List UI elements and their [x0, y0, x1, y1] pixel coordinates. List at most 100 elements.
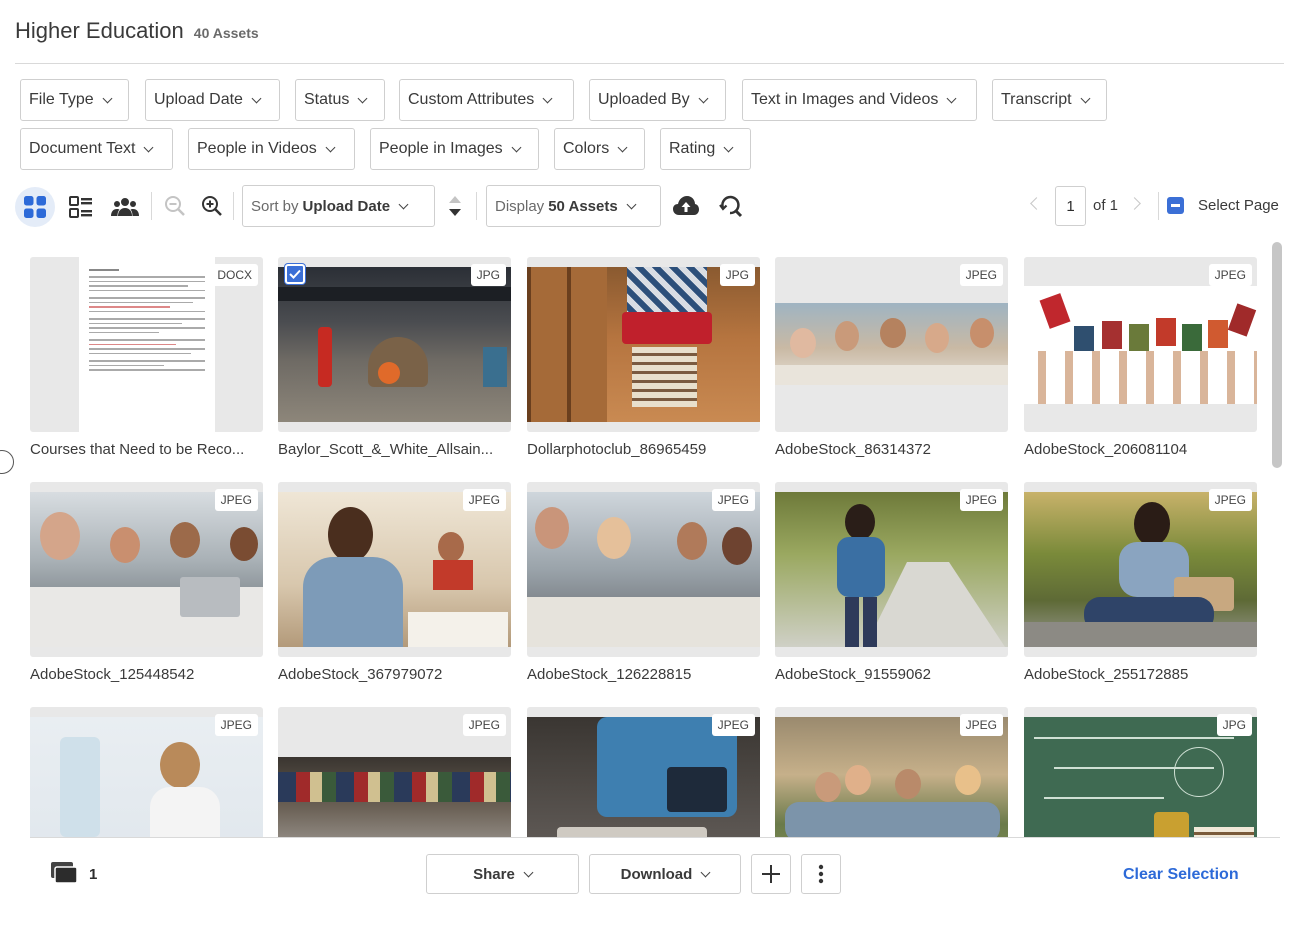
- asset-thumbnail[interactable]: JPEG: [775, 257, 1008, 432]
- photo: [775, 303, 1008, 385]
- asset-card[interactable]: DOCX Courses that Need to be Reco...: [30, 257, 263, 458]
- sort-direction-icon: [449, 196, 461, 216]
- document-preview: [79, 257, 215, 432]
- asset-card[interactable]: JPEG AdobeStock_126228815: [527, 482, 760, 683]
- sort-value: Upload Date: [302, 197, 391, 215]
- zoom-in-icon: [202, 196, 222, 216]
- asset-thumbnail[interactable]: DOCX: [30, 257, 263, 432]
- chevron-down-icon: [325, 142, 336, 152]
- prev-page-button[interactable]: [1030, 197, 1043, 210]
- asset-card[interactable]: JPG Baylor_Scott_&_White_Allsain...: [278, 257, 511, 458]
- grid-view-icon: [24, 196, 46, 218]
- zoom-out-button[interactable]: [160, 191, 190, 221]
- photo: [527, 492, 760, 647]
- asset-card[interactable]: JPG: [1024, 707, 1257, 837]
- filter-custom-attributes[interactable]: Custom Attributes: [399, 79, 574, 121]
- filter-label: Document Text: [29, 140, 136, 157]
- sort-direction-button[interactable]: [443, 190, 467, 222]
- display-count-select[interactable]: Display 50 Assets: [486, 185, 661, 227]
- asset-name: AdobeStock_206081104: [1024, 441, 1188, 458]
- asset-thumbnail[interactable]: JPEG: [278, 707, 511, 837]
- asset-thumbnail[interactable]: JPEG: [775, 707, 1008, 837]
- filter-text-in-images-videos[interactable]: Text in Images and Videos: [742, 79, 977, 121]
- filter-upload-date[interactable]: Upload Date: [145, 79, 280, 121]
- reverse-search-icon: [719, 195, 743, 218]
- chevron-down-icon: [946, 93, 957, 103]
- filter-status[interactable]: Status: [295, 79, 385, 121]
- asset-select-checkbox[interactable]: [285, 264, 305, 284]
- filter-file-type[interactable]: File Type: [20, 79, 129, 121]
- grid-view-button[interactable]: [15, 187, 55, 227]
- plus-icon: [762, 865, 780, 883]
- asset-thumbnail[interactable]: JPEG: [775, 482, 1008, 657]
- asset-thumbnail[interactable]: JPEG: [527, 482, 760, 657]
- asset-thumbnail[interactable]: JPEG: [527, 707, 760, 837]
- filter-transcript[interactable]: Transcript: [992, 79, 1107, 121]
- asset-thumbnail[interactable]: JPEG: [278, 482, 511, 657]
- filter-colors[interactable]: Colors: [554, 128, 645, 170]
- asset-card[interactable]: JPEG AdobeStock_125448542: [30, 482, 263, 683]
- list-view-button[interactable]: [63, 189, 99, 225]
- photo: [278, 267, 511, 422]
- clear-selection-link[interactable]: Clear Selection: [1123, 866, 1239, 884]
- people-view-button[interactable]: [107, 189, 143, 225]
- asset-thumbnail[interactable]: JPG: [1024, 707, 1257, 837]
- filter-people-in-videos[interactable]: People in Videos: [188, 128, 355, 170]
- chevron-down-icon: [1080, 93, 1090, 103]
- filter-uploaded-by[interactable]: Uploaded By: [589, 79, 726, 121]
- zoom-in-button[interactable]: [197, 191, 227, 221]
- asset-card[interactable]: JPEG AdobeStock_367979072: [278, 482, 511, 683]
- file-type-badge: JPEG: [711, 489, 755, 511]
- asset-card[interactable]: JPEG: [278, 707, 511, 837]
- asset-card[interactable]: JPEG AdobeStock_86314372: [775, 257, 1008, 458]
- asset-card[interactable]: JPEG: [30, 707, 263, 837]
- chevron-down-icon: [617, 142, 628, 152]
- asset-thumbnail[interactable]: JPG: [278, 257, 511, 432]
- asset-card[interactable]: JPG Dollarphotoclub_86965459: [527, 257, 760, 458]
- filter-rating[interactable]: Rating: [660, 128, 751, 170]
- photo: [527, 267, 760, 422]
- file-type-badge: DOCX: [211, 264, 258, 286]
- asset-thumbnail[interactable]: JPG: [527, 257, 760, 432]
- selected-items-icon: [51, 862, 78, 884]
- asset-card[interactable]: JPEG AdobeStock_206081104: [1024, 257, 1257, 458]
- file-type-badge: JPEG: [711, 714, 755, 736]
- asset-thumbnail[interactable]: JPEG: [1024, 257, 1257, 432]
- asset-card[interactable]: JPEG AdobeStock_255172885: [1024, 482, 1257, 683]
- next-page-button[interactable]: [1128, 197, 1141, 210]
- scrollbar-thumb[interactable]: [1272, 242, 1282, 468]
- download-button[interactable]: Download: [589, 854, 741, 894]
- asset-thumbnail[interactable]: JPEG: [30, 482, 263, 657]
- asset-card[interactable]: JPEG AdobeStock_91559062: [775, 482, 1008, 683]
- upload-button[interactable]: [671, 191, 701, 221]
- share-button[interactable]: Share: [426, 854, 579, 894]
- select-page-checkbox[interactable]: [1167, 197, 1184, 214]
- file-type-badge: JPEG: [462, 714, 506, 736]
- sort-select[interactable]: Sort by Upload Date: [242, 185, 435, 227]
- more-options-button[interactable]: [801, 854, 841, 894]
- asset-thumbnail[interactable]: JPEG: [30, 707, 263, 837]
- file-type-badge: JPG: [719, 264, 755, 286]
- toolbar-divider: [476, 192, 477, 220]
- chevron-down-icon: [523, 867, 534, 877]
- add-button[interactable]: [751, 854, 791, 894]
- chevron-down-icon: [251, 93, 262, 103]
- page-header: Higher Education 40 Assets: [15, 18, 1284, 64]
- asset-name: AdobeStock_126228815: [527, 666, 692, 683]
- more-vertical-icon: [818, 864, 824, 884]
- asset-thumbnail[interactable]: JPEG: [1024, 482, 1257, 657]
- toolbar-divider: [233, 192, 234, 220]
- filter-label: Colors: [563, 140, 610, 157]
- filter-people-in-images[interactable]: People in Images: [370, 128, 539, 170]
- page-title: Higher Education: [15, 18, 184, 43]
- page-number-input[interactable]: 1: [1055, 186, 1086, 226]
- file-type-badge: JPEG: [959, 489, 1003, 511]
- asset-grid: DOCX Courses that Need to be Reco... JPG…: [0, 240, 1298, 837]
- reverse-search-button[interactable]: [716, 191, 746, 221]
- asset-card[interactable]: JPEG: [775, 707, 1008, 837]
- filter-label: Text in Images and Videos: [751, 91, 939, 108]
- photo: [775, 492, 1008, 647]
- chevron-down-icon: [700, 867, 711, 877]
- asset-card[interactable]: JPEG: [527, 707, 760, 837]
- filter-document-text[interactable]: Document Text: [20, 128, 173, 170]
